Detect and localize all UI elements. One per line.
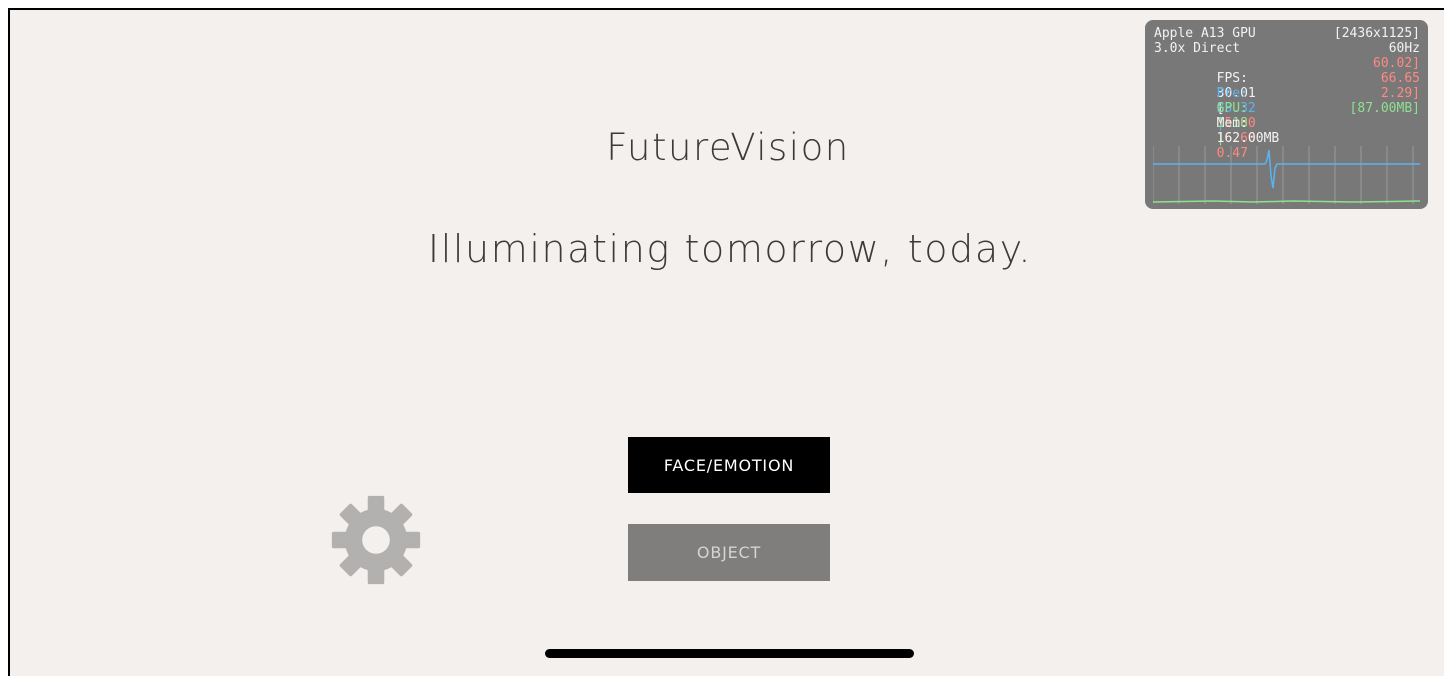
hud-row-mem: Mem: 162.00MB [87.00MB] xyxy=(1154,101,1420,146)
hud-refresh: 60Hz xyxy=(1388,41,1420,56)
hud-row-fps: FPS: 30.01 [ 15.00 60.02] xyxy=(1154,56,1420,131)
hud-frame-graph xyxy=(1153,146,1420,204)
hud-fps-max: 60.02] xyxy=(1373,56,1420,71)
gear-icon[interactable] xyxy=(330,494,422,586)
hud-scale-mode: 3.0x Direct xyxy=(1154,41,1241,56)
hud-mem-value: 162.00MB xyxy=(1216,131,1280,146)
object-button[interactable]: OBJECT xyxy=(628,524,830,581)
hud-resolution: [2436x1125] xyxy=(1333,26,1420,41)
app-tagline: Illuminating tomorrow, today. xyxy=(427,227,1033,271)
hud-row-pre: Pre: 33.32 | 16.66 66.65 xyxy=(1154,71,1420,146)
face-emotion-button[interactable]: FACE/EMOTION xyxy=(628,437,830,493)
performance-hud: Apple A13 GPU [2436x1125] 3.0x Direct 60… xyxy=(1145,20,1428,209)
hud-gpu-max: 2.29] xyxy=(1380,86,1420,101)
hud-mem-peak: [87.00MB] xyxy=(1349,101,1420,116)
home-indicator[interactable] xyxy=(545,649,914,658)
hud-row-gpu-time: GPU: 1.18 | 0.47 2.29] xyxy=(1154,86,1420,161)
hud-mem-label: Mem: xyxy=(1216,116,1248,131)
app-screen: FutureVision Illuminating tomorrow, toda… xyxy=(8,8,1444,676)
hud-pre-max: 66.65 xyxy=(1380,71,1420,86)
hud-row-scale: 3.0x Direct 60Hz xyxy=(1154,41,1420,56)
hud-row-gpu: Apple A13 GPU [2436x1125] xyxy=(1154,26,1420,41)
hud-gpu-name: Apple A13 GPU xyxy=(1154,26,1256,41)
